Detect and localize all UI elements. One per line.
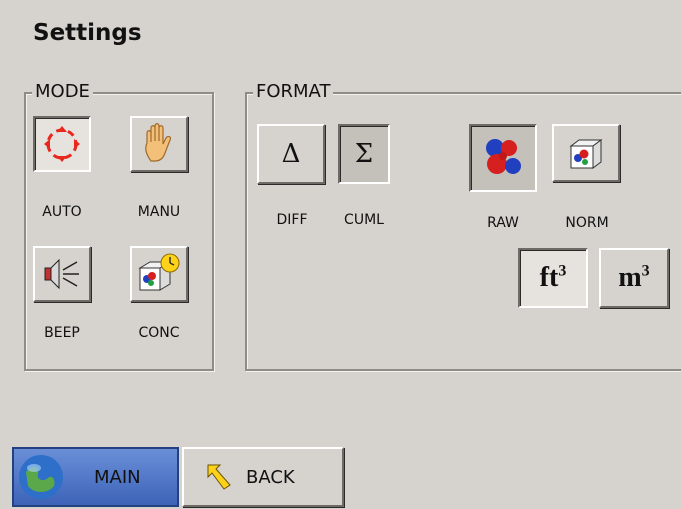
main-button[interactable]: MAIN [12, 447, 179, 507]
beep-label: BEEP [44, 325, 80, 341]
page-title: Settings [33, 20, 142, 46]
conc-label: CONC [138, 325, 180, 341]
auto-cycle-icon [44, 126, 80, 162]
main-label: MAIN [94, 466, 141, 488]
particles-icon [486, 139, 521, 174]
manu-label: MANU [137, 204, 181, 220]
back-arrow-icon [207, 464, 231, 490]
m3-unit: m3 [618, 262, 650, 293]
cuml-label: CUML [344, 212, 384, 228]
sigma-symbol: Σ [354, 139, 374, 169]
cuml-button[interactable]: Σ [338, 124, 390, 184]
concentration-timer-icon [138, 253, 180, 291]
ft3-unit: ft3 [539, 262, 567, 293]
delta-symbol: Δ [281, 139, 301, 169]
norm-button[interactable] [552, 124, 620, 182]
norm-label: NORM [565, 215, 609, 231]
m3-button[interactable]: m3 [599, 248, 669, 308]
normalized-cube-icon [569, 139, 603, 169]
speaker-icon [44, 258, 79, 290]
beep-button[interactable] [33, 246, 91, 302]
diff-label: DIFF [276, 212, 308, 228]
raw-button[interactable] [469, 124, 537, 192]
auto-button[interactable] [33, 116, 91, 172]
manu-button[interactable] [130, 116, 188, 172]
back-button[interactable]: BACK [182, 447, 344, 507]
conc-button[interactable] [130, 246, 188, 302]
format-group-label: FORMAT [253, 81, 334, 102]
diff-button[interactable]: Δ [257, 124, 325, 184]
raw-label: RAW [487, 215, 519, 231]
hand-icon [145, 123, 172, 162]
mode-group-label: MODE [32, 81, 93, 102]
back-label: BACK [246, 466, 295, 488]
globe-icon [19, 455, 63, 499]
auto-label: AUTO [42, 204, 82, 220]
ft3-button[interactable]: ft3 [518, 248, 588, 308]
